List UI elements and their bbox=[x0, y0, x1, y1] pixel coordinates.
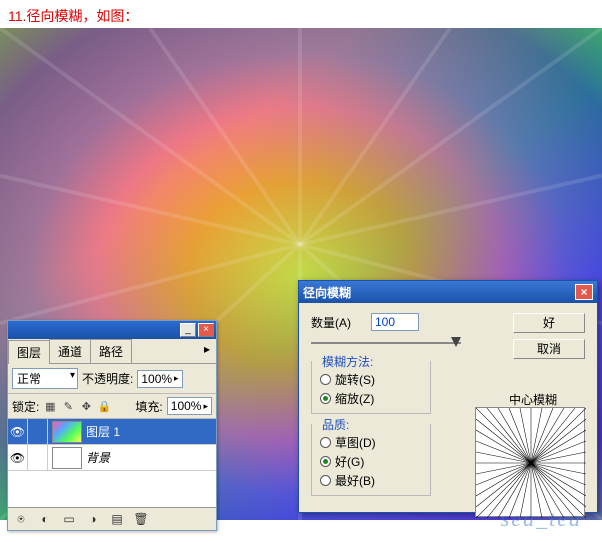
ok-button[interactable]: 好 bbox=[513, 313, 585, 333]
lock-brush-icon[interactable]: ✎ bbox=[61, 399, 75, 413]
cancel-button[interactable]: 取消 bbox=[513, 339, 585, 359]
fill-label: 填充: bbox=[135, 398, 162, 415]
layer-name: 背景 bbox=[86, 449, 110, 466]
tab-layers[interactable]: 图层 bbox=[8, 340, 50, 364]
radial-blur-dialog: 径向模糊 × 好 取消 数量(A) 模糊方法: 旋转(S) 缩放(Z) 中心模糊 bbox=[298, 280, 598, 513]
lock-all-icon[interactable]: 🔒 bbox=[97, 399, 111, 413]
opacity-label: 不透明度: bbox=[82, 370, 133, 387]
link-cell[interactable] bbox=[28, 445, 48, 470]
lock-move-icon[interactable]: ✥ bbox=[79, 399, 93, 413]
dialog-title: 径向模糊 bbox=[303, 284, 351, 301]
layer-thumbnail[interactable] bbox=[52, 421, 82, 443]
radio-best[interactable]: 最好(B) bbox=[320, 472, 422, 489]
minimize-button[interactable]: _ bbox=[180, 323, 196, 337]
adjustment-icon[interactable]: ◑ bbox=[82, 510, 104, 528]
radio-rotate[interactable]: 旋转(S) bbox=[320, 371, 422, 388]
preview-label: 中心模糊 bbox=[509, 391, 557, 408]
layer-row[interactable]: 👁 背景 bbox=[8, 445, 216, 471]
link-cell[interactable] bbox=[28, 419, 48, 444]
layer-list: 👁 图层 1 👁 背景 bbox=[8, 419, 216, 507]
trash-icon[interactable]: 🗑 bbox=[130, 510, 152, 528]
layers-tabs: 图层 通道 路径 ▸ bbox=[8, 339, 216, 364]
fill-field[interactable]: 100%▸ bbox=[167, 397, 212, 415]
lock-label: 锁定: bbox=[12, 398, 39, 415]
mask-icon[interactable]: ◐ bbox=[34, 510, 56, 528]
fx-icon[interactable]: ⍟ bbox=[10, 510, 32, 528]
dialog-titlebar[interactable]: 径向模糊 × bbox=[299, 281, 597, 303]
lock-transparency-icon[interactable]: ▦ bbox=[43, 399, 57, 413]
layer-thumbnail[interactable] bbox=[52, 447, 82, 469]
layer-row[interactable]: 👁 图层 1 bbox=[8, 419, 216, 445]
folder-icon[interactable]: ▭ bbox=[58, 510, 80, 528]
visibility-icon[interactable]: 👁 bbox=[8, 419, 28, 444]
amount-slider[interactable] bbox=[311, 335, 461, 351]
close-icon[interactable]: × bbox=[575, 284, 593, 300]
new-layer-icon[interactable]: ▤ bbox=[106, 510, 128, 528]
visibility-icon[interactable]: 👁 bbox=[8, 445, 28, 470]
tab-channels[interactable]: 通道 bbox=[49, 339, 91, 363]
blend-mode-select[interactable]: 正常 bbox=[12, 368, 78, 389]
opacity-field[interactable]: 100%▸ bbox=[137, 370, 182, 388]
quality-legend: 品质: bbox=[318, 416, 353, 433]
radio-good[interactable]: 好(G) bbox=[320, 453, 422, 470]
panel-menu-icon[interactable]: ▸ bbox=[198, 339, 216, 363]
radio-zoom[interactable]: 缩放(Z) bbox=[320, 390, 422, 407]
layers-panel: _ × 图层 通道 路径 ▸ 正常 不透明度: 100%▸ 锁定: ▦ ✎ ✥ … bbox=[7, 320, 217, 531]
layer-name: 图层 1 bbox=[86, 423, 120, 440]
method-legend: 模糊方法: bbox=[318, 353, 377, 370]
amount-label: 数量(A) bbox=[311, 314, 371, 331]
close-button[interactable]: × bbox=[198, 323, 214, 337]
amount-input[interactable] bbox=[371, 313, 419, 331]
layers-footer: ⍟ ◐ ▭ ◑ ▤ 🗑 bbox=[8, 507, 216, 530]
layers-panel-titlebar[interactable]: _ × bbox=[8, 321, 216, 339]
radio-draft[interactable]: 草图(D) bbox=[320, 434, 422, 451]
tab-paths[interactable]: 路径 bbox=[90, 339, 132, 363]
blur-preview[interactable] bbox=[475, 407, 585, 517]
